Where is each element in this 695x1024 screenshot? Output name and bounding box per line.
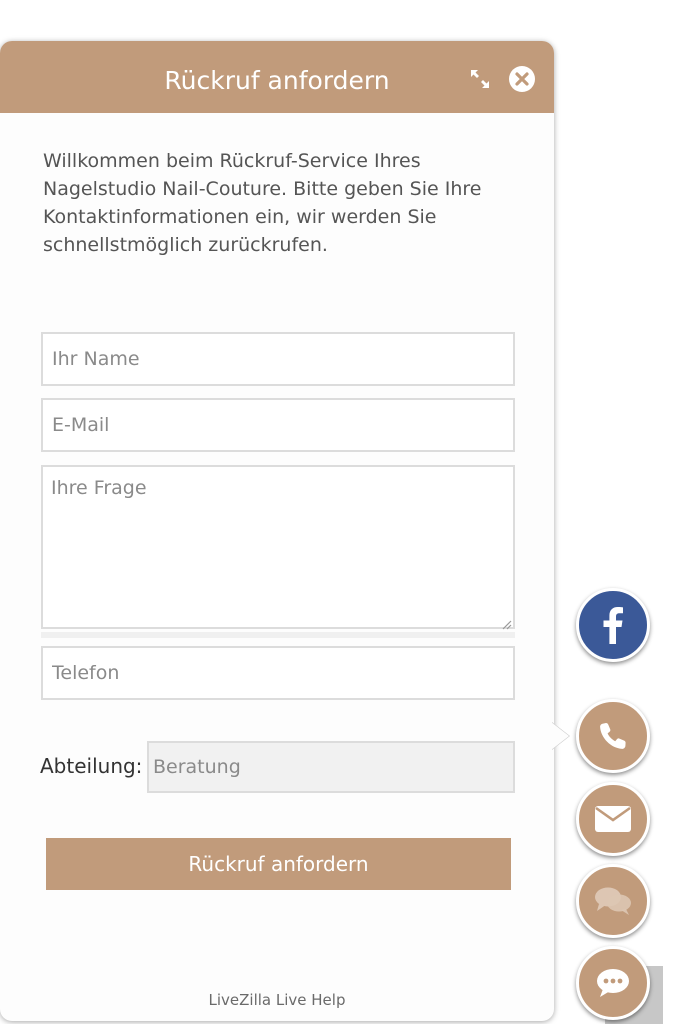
name-input[interactable] [41,332,515,386]
phone-button[interactable] [576,699,650,773]
submit-callback-button[interactable]: Rückruf anfordern [46,838,511,890]
facebook-icon [603,607,623,644]
intro-text: Willkommen beim Rückruf-Service Ihres Na… [43,150,482,256]
department-selected-value: Beratung [153,756,241,778]
chat-button[interactable] [576,864,650,938]
phone-icon [600,723,626,749]
callback-panel: Rückruf anfordern Willkommen beim Rückru… [0,41,554,1021]
livechat-button[interactable] [576,946,650,1020]
chat-bubbles-icon [595,887,631,915]
speech-bubble-icon [597,969,629,997]
department-select[interactable]: Beratung [147,741,515,793]
department-label: Abteilung: [40,754,143,778]
email-button[interactable] [576,782,650,856]
page: Rückruf anfordern Willkommen beim Rückru… [0,0,695,1024]
facebook-button[interactable] [576,588,650,662]
email-input[interactable] [41,398,515,452]
panel-pointer [551,722,569,750]
panel-header: Rückruf anfordern [0,41,554,113]
close-circle-icon[interactable] [508,65,536,93]
envelope-icon [595,806,631,832]
resize-grip-icon[interactable] [501,615,512,630]
question-textarea[interactable] [41,465,515,629]
footer-text: LiveZilla Live Help [208,991,346,1009]
phone-input[interactable] [41,646,515,700]
field-separator [41,632,515,638]
expand-icon[interactable] [466,65,494,93]
